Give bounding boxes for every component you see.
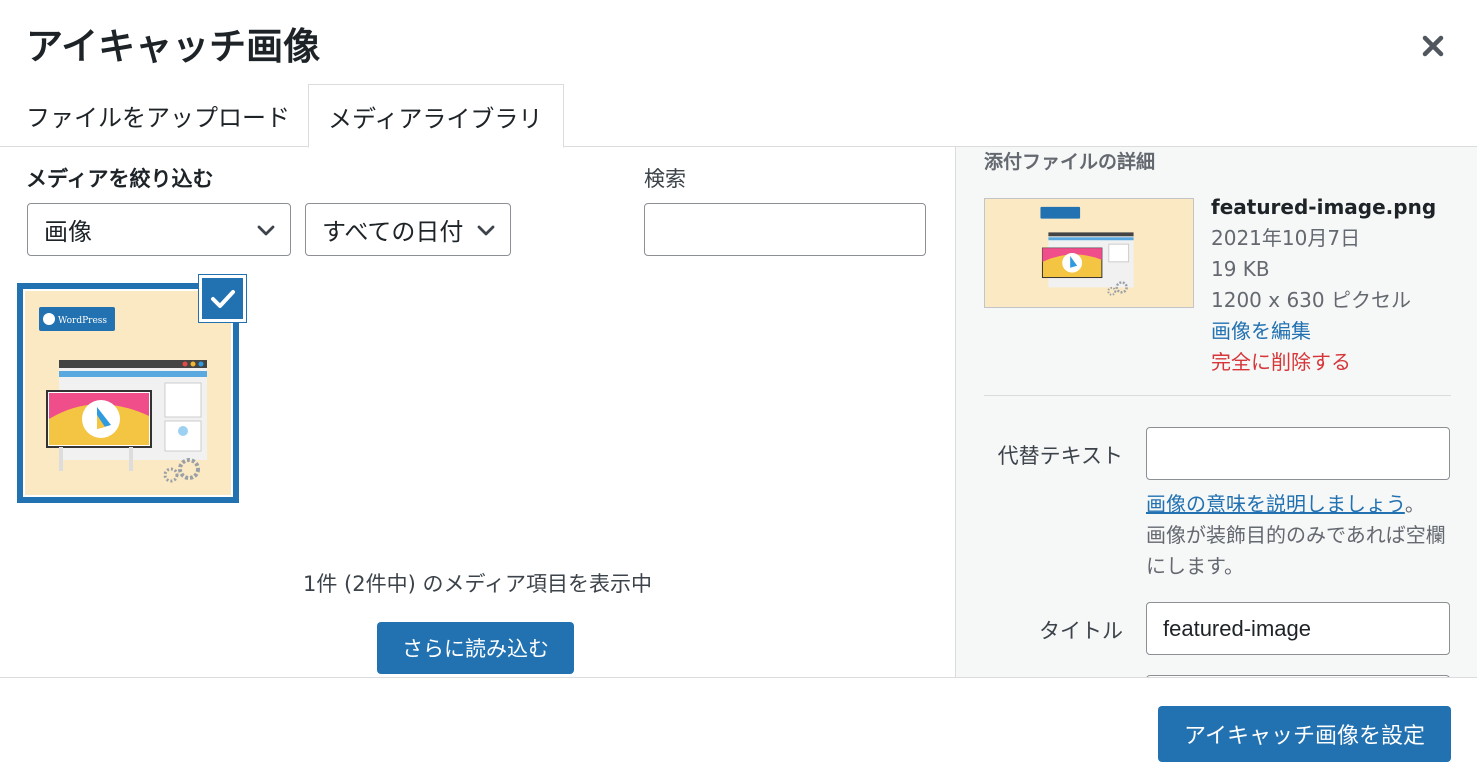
load-more-button[interactable]: さらに読み込む — [377, 622, 574, 674]
media-type-select[interactable]: 画像 — [27, 203, 291, 256]
media-type-value: 画像 — [44, 218, 92, 246]
alt-text-label: 代替テキスト — [997, 444, 1123, 468]
title-input[interactable] — [1146, 602, 1450, 655]
alt-text-input[interactable] — [1146, 427, 1450, 480]
close-button[interactable] — [1415, 28, 1451, 64]
close-icon — [1422, 35, 1444, 57]
file-date: 2021年10月7日 — [1211, 226, 1361, 250]
tab-upload-files[interactable]: ファイルをアップロード — [0, 84, 308, 147]
alt-text-help-text: 画像が装飾目的のみであれば空欄にします。 — [1146, 523, 1446, 578]
alt-text-help-period: 。 — [1404, 492, 1425, 516]
alt-text-help: 画像の意味を説明しましょう。 画像が装飾目的のみであれば空欄にします。 — [1146, 489, 1446, 582]
file-name: featured-image.png — [1211, 195, 1437, 219]
file-dimensions: 1200 x 630 ピクセル — [1211, 288, 1411, 312]
attachment-details-heading: 添付ファイルの詳細 — [984, 151, 1156, 173]
file-size: 19 KB — [1211, 257, 1270, 281]
media-count-text: 1件 (2件中) のメディア項目を表示中 — [303, 572, 652, 596]
details-divider — [984, 395, 1451, 396]
search-label: 検索 — [644, 167, 686, 191]
alt-text-help-link[interactable]: 画像の意味を説明しましょう — [1146, 492, 1405, 516]
tab-media-library[interactable]: メディアライブラリ — [308, 84, 564, 148]
selected-checkmark[interactable] — [199, 275, 246, 322]
checkmark-icon — [210, 289, 235, 308]
search-input[interactable] — [644, 203, 926, 256]
file-info: featured-image.png 2021年10月7日 19 KB 1200… — [1211, 192, 1436, 378]
title-label: タイトル — [1039, 619, 1123, 643]
chevron-down-icon — [257, 225, 275, 236]
modal-footer: アイキャッチ画像を設定 — [0, 677, 1477, 781]
date-select[interactable]: すべての日付 — [305, 203, 511, 256]
modal-title: アイキャッチ画像 — [26, 25, 321, 68]
date-value: すべての日付 — [322, 218, 464, 246]
chevron-down-icon — [477, 225, 495, 236]
filter-label: メディアを絞り込む — [26, 167, 214, 191]
wordpress-logo-text: WordPress — [58, 316, 107, 326]
attachment-thumbnail — [984, 198, 1194, 308]
attachment-details-sidebar: 添付ファイルの詳細 featured-image.png 2021年10月7日 … — [955, 147, 1477, 677]
delete-permanently-link[interactable]: 完全に削除する — [1211, 347, 1436, 378]
edit-image-link[interactable]: 画像を編集 — [1211, 316, 1436, 347]
media-browser: メディアを絞り込む 検索 画像 すべての日付 WordPress 1件 (2件中… — [0, 147, 955, 677]
set-featured-image-button[interactable]: アイキャッチ画像を設定 — [1158, 706, 1451, 762]
media-tabs: ファイルをアップロード メディアライブラリ — [0, 84, 1477, 148]
